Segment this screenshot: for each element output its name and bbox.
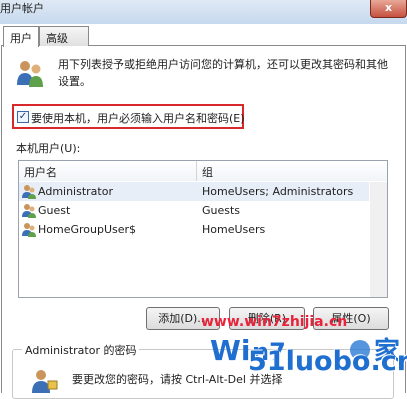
- close-button[interactable]: x: [370, 0, 407, 18]
- table-row-group[interactable]: HomeUsers; Administrators: [202, 185, 353, 198]
- tab-advanced[interactable]: 高级: [39, 26, 89, 46]
- user-icon: [22, 223, 36, 237]
- table-row-group[interactable]: HomeUsers: [202, 223, 265, 236]
- table-row-group[interactable]: Guests: [202, 204, 240, 217]
- watermark-logo-text: 51luobo.cn: [248, 346, 407, 377]
- title-bar: 用户帐户 x: [0, 0, 407, 24]
- table-row-username[interactable]: Guest: [38, 204, 70, 217]
- require-login-label[interactable]: 要使用本机，用户必须输入用户名和密码(E): [31, 110, 245, 126]
- tab-users[interactable]: 用户: [3, 26, 39, 47]
- password-group-title: Administrator 的密码: [22, 342, 140, 358]
- column-header-group[interactable]: 组: [197, 161, 387, 181]
- users-icon: [17, 61, 43, 87]
- close-icon: x: [384, 1, 393, 14]
- column-header-username[interactable]: 用户名: [19, 161, 197, 181]
- column-header-username-label: 用户名: [24, 166, 57, 179]
- column-header-group-label: 组: [202, 166, 213, 179]
- tab-users-label: 用户: [10, 32, 32, 45]
- description-text: 用下列表授予或拒绝用户访问您的计算机，还可以更改其密码和其他设置。: [58, 58, 388, 88]
- scrollbar[interactable]: [370, 182, 387, 297]
- tab-advanced-label: 高级: [46, 32, 68, 45]
- table-row-username[interactable]: HomeGroupUser$: [38, 223, 136, 236]
- user-icon: [22, 185, 36, 199]
- user-icon: [22, 204, 36, 218]
- table-row-username[interactable]: Administrator: [38, 185, 113, 198]
- users-list-title: 本机用户(U):: [16, 142, 81, 155]
- checkmark-icon: ✓: [18, 111, 28, 122]
- window-title: 用户帐户: [0, 2, 44, 15]
- watermark-url: www.win7zhijia.cn: [201, 314, 348, 330]
- require-login-checkbox[interactable]: ✓: [17, 111, 29, 123]
- svg-text:Wi: Wi: [210, 334, 250, 367]
- user-password-icon: [32, 370, 58, 393]
